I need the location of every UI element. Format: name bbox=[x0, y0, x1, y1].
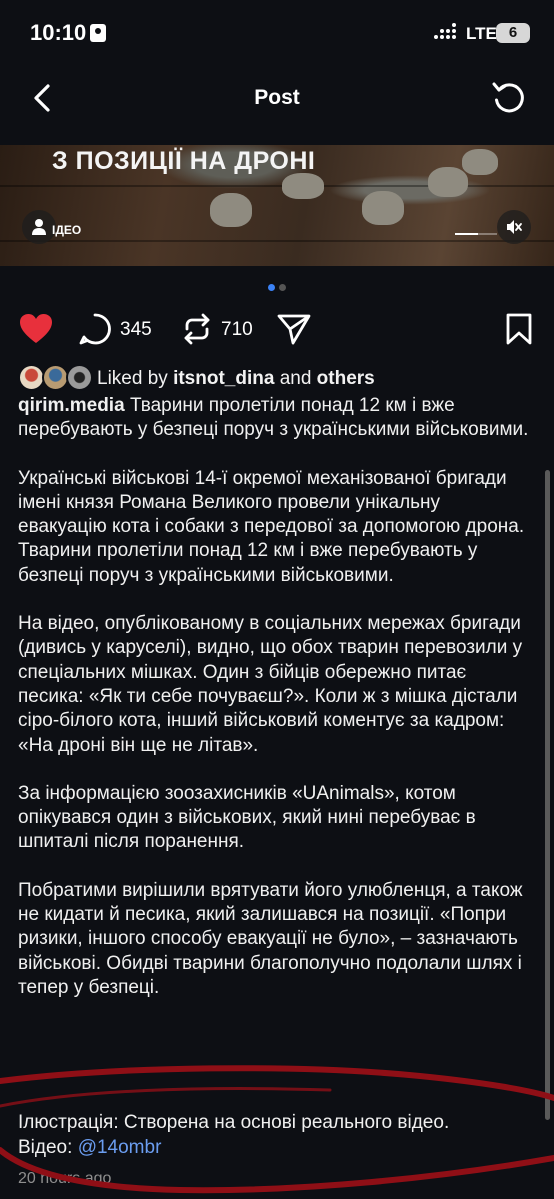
page-title: Post bbox=[254, 86, 300, 109]
paw-image bbox=[282, 173, 324, 199]
liked-by-prefix: Liked by bbox=[97, 368, 168, 389]
media-carousel[interactable]: З ПОЗИЦІЇ НА ДРОНІ ІДЕО bbox=[0, 145, 554, 266]
carousel-dot bbox=[268, 284, 275, 291]
illustration-note: Ілюстрація: Створена на основі реального… bbox=[18, 1112, 450, 1133]
scrollbar[interactable] bbox=[545, 470, 550, 1120]
paw-image bbox=[462, 149, 498, 175]
avatar bbox=[42, 364, 69, 391]
video-label: ІДЕО bbox=[52, 223, 82, 237]
post-screen: 10:10 LTE 6 Post З ПОЗИЦІЇ НА ДРОНІ ІДЕО… bbox=[0, 0, 554, 1199]
avatar bbox=[66, 364, 93, 391]
network-type: LTE bbox=[466, 24, 497, 43]
share-icon[interactable] bbox=[276, 312, 312, 346]
video-credit-prefix: Відео: bbox=[18, 1137, 73, 1158]
caption-paragraph: На відео, опублікованому в соціальних ме… bbox=[18, 613, 523, 756]
post-caption: qirim.media Тварини пролетіли понад 12 к… bbox=[18, 394, 534, 1074]
paw-image bbox=[362, 191, 404, 225]
mute-button[interactable] bbox=[497, 210, 531, 244]
post-timestamp: 20 hours ago bbox=[18, 1170, 112, 1187]
caption-paragraph: Побратими вирішили врятувати його улюбле… bbox=[18, 879, 523, 998]
heart-icon[interactable] bbox=[18, 312, 54, 346]
video-credit: Відео: @14ombr bbox=[18, 1135, 538, 1160]
battery-indicator: 6 bbox=[496, 23, 530, 43]
user-tag-button[interactable] bbox=[22, 210, 56, 244]
id-card-icon bbox=[90, 24, 106, 42]
media-caption: З ПОЗИЦІЇ НА ДРОНІ bbox=[52, 147, 316, 175]
post-author[interactable]: qirim.media bbox=[18, 395, 125, 416]
video-handle-link[interactable]: @14ombr bbox=[78, 1137, 162, 1158]
liked-by-others[interactable]: others bbox=[317, 368, 375, 389]
signal-icon bbox=[434, 23, 460, 41]
video-progress bbox=[455, 233, 497, 235]
caption-paragraph: Українські військові 14-ї окремої механі… bbox=[18, 467, 525, 586]
comment-icon[interactable] bbox=[78, 312, 112, 346]
bookmark-icon[interactable] bbox=[504, 312, 534, 346]
repost-icon[interactable] bbox=[180, 312, 214, 346]
caption-lead: qirim.media Тварини пролетіли понад 12 к… bbox=[18, 394, 534, 443]
carousel-indicator bbox=[0, 284, 554, 291]
caption-paragraph: За інформацією зоозахисників «UAnimals»,… bbox=[18, 782, 476, 853]
user-icon bbox=[32, 219, 46, 235]
nav-bar: Post bbox=[0, 66, 554, 130]
floor-board bbox=[0, 185, 554, 187]
carousel-dot bbox=[279, 284, 286, 291]
paw-image bbox=[210, 193, 252, 227]
repost-count: 710 bbox=[221, 319, 253, 340]
liked-by-user[interactable]: itsnot_dina bbox=[173, 368, 274, 389]
avatar bbox=[18, 364, 45, 391]
comment-count: 345 bbox=[120, 319, 152, 340]
post-credits: Ілюстрація: Створена на основі реального… bbox=[18, 1110, 538, 1160]
action-bar: 345 710 bbox=[0, 310, 554, 350]
floor-board bbox=[0, 240, 554, 242]
status-time: 10:10 bbox=[30, 20, 87, 45]
status-bar: 10:10 LTE 6 bbox=[0, 0, 554, 66]
liked-by-text: Liked by itsnot_dina and others bbox=[97, 368, 375, 390]
video-progress-fill bbox=[455, 233, 479, 235]
liked-by-and: and bbox=[279, 368, 312, 389]
refresh-icon[interactable] bbox=[490, 78, 528, 116]
paw-image bbox=[428, 167, 468, 197]
speaker-muted-icon bbox=[507, 220, 522, 234]
